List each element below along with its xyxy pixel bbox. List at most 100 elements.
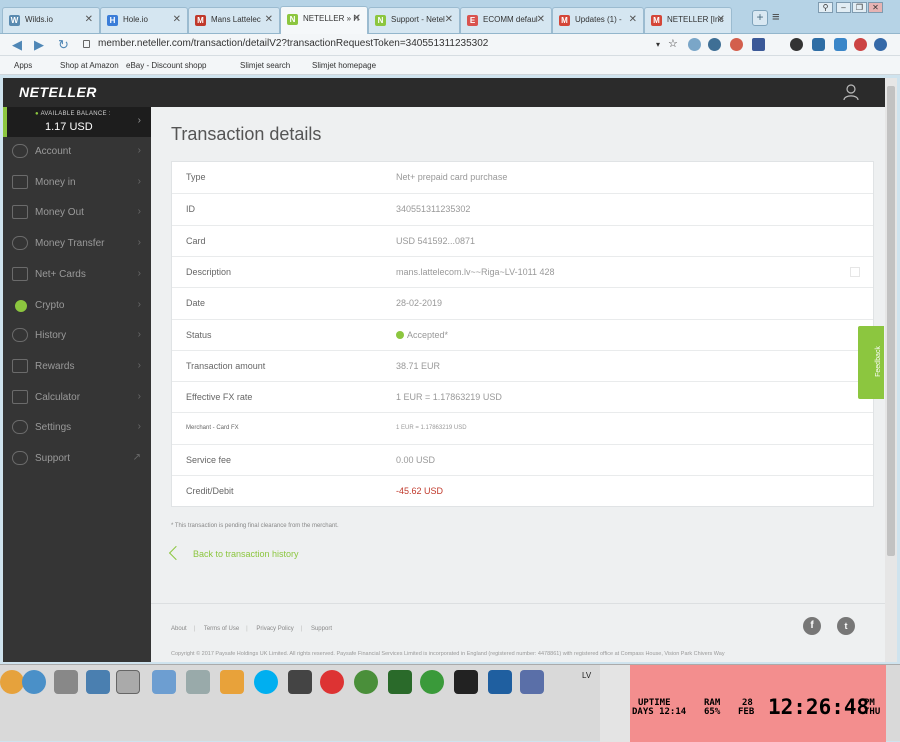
url-text[interactable]: member.neteller.com/transaction/detailV2… [98,38,488,49]
row-label: Date [186,298,206,309]
virtualbox-icon[interactable] [488,670,512,694]
forward-arrow-icon[interactable]: ▶ [34,37,44,53]
minimize-button[interactable]: – [836,2,851,13]
tab-close-icon[interactable]: ✕ [629,8,637,32]
browser-tab[interactable]: M Mans Lattelec ✕ [188,7,280,33]
available-balance[interactable]: ● AVAILABLE BALANCE : 1.17 USD › [3,107,151,137]
sidebar-item-money-in[interactable]: Money in › [3,168,151,198]
window-icon[interactable] [152,670,176,694]
tab-label: Support - Netel [391,15,445,24]
bookmark-item[interactable]: Shop at Amazon [60,61,119,70]
row-value: mans.lattelecom.lv~~Riga~LV-1011 428 [396,266,555,277]
browser-tab[interactable]: N NETELLER » H ✕ [280,6,368,34]
sidebar-item-net-cards[interactable]: Net+ Cards › [3,260,151,290]
home-icon[interactable] [688,38,701,51]
sidebar-item-support[interactable]: Support ↗ [3,444,151,474]
back-arrow-icon[interactable]: ◀ [12,37,22,53]
phone-icon[interactable] [288,670,312,694]
chip-icon[interactable] [116,670,140,694]
scrollbar-thumb[interactable] [887,86,895,556]
chrome-alt-icon[interactable] [354,670,378,694]
app-icon[interactable] [520,670,544,694]
shield-icon[interactable] [812,38,825,51]
trash-icon[interactable] [86,670,110,694]
chrome-icon[interactable] [0,670,24,694]
extension-icon[interactable] [730,38,743,51]
hamburger-menu-icon[interactable]: ≡ [772,9,780,24]
sidebar-item-rewards[interactable]: Rewards › [3,352,151,382]
close-window-button[interactable]: ✕ [868,2,883,13]
browser-tab[interactable]: M NETELLER [Inc ✕ [644,7,732,33]
disk-icon[interactable] [186,670,210,694]
drive-icon[interactable] [54,670,78,694]
page-scrollbar[interactable] [885,78,897,662]
description-checkbox[interactable] [850,266,860,277]
extension-icon[interactable] [834,38,847,51]
profile-icon[interactable] [843,84,859,101]
skype-icon[interactable] [254,670,278,694]
new-tab-button[interactable]: + [752,10,768,26]
shirt-icon[interactable]: ⚲ [818,2,833,13]
footer-link-terms[interactable]: Terms of Use [204,626,239,632]
back-to-history-link[interactable]: Back to transaction history [168,545,299,561]
tab-favicon-icon: W [9,15,20,26]
refresh-app-icon[interactable] [420,670,444,694]
sidebar-item-label: Crypto [35,299,65,311]
twitter-icon[interactable]: t [837,617,855,635]
tab-close-icon[interactable]: ✕ [265,8,273,32]
chevron-left-icon [168,545,184,561]
adobe-icon[interactable] [320,670,344,694]
browser-tab[interactable]: N Support - Netel ✕ [368,7,460,33]
maximize-button[interactable]: ❐ [852,2,867,13]
user-icon [12,144,28,158]
dropdown-icon[interactable]: ▾ [656,40,660,49]
sidebar-item-calculator[interactable]: Calculator › [3,383,151,413]
cart-icon[interactable] [854,38,867,51]
browser-tab[interactable]: M Updates (1) - ✕ [552,7,644,33]
facebook-icon[interactable] [752,38,765,51]
tab-close-icon[interactable]: ✕ [445,8,453,32]
footer-link-support[interactable]: Support [311,626,332,632]
row-label: Effective FX rate [186,392,253,403]
sidebar-item-settings[interactable]: Settings › [3,413,151,443]
footer-link-about[interactable]: About [171,626,187,632]
feedback-tab[interactable]: Feedback [858,326,884,399]
bookmark-item[interactable]: eBay - Discount shopp [126,61,207,70]
sidebar-item-money-transfer[interactable]: Money Transfer › [3,229,151,259]
facebook-icon[interactable]: f [803,617,821,635]
tab-label: Updates (1) - [575,15,622,24]
cpuz-icon[interactable] [454,670,478,694]
extension-icon[interactable] [874,38,887,51]
bookmark-item[interactable]: Apps [14,61,32,70]
memory-icon[interactable] [388,670,412,694]
tab-close-icon[interactable]: ✕ [85,8,93,32]
sidebar-item-money-out[interactable]: Money Out › [3,198,151,228]
reload-icon[interactable]: ↻ [58,37,69,53]
footer-link-privacy[interactable]: Privacy Policy [256,626,293,632]
table-row: Credit/Debit -45.62 USD [172,475,873,506]
browser-tab[interactable]: W Wilds.io ✕ [2,7,100,33]
tab-close-icon[interactable]: ✕ [353,7,361,31]
tab-favicon-icon: N [287,14,298,25]
bookmark-item[interactable]: Slimjet homepage [312,61,376,70]
tab-close-icon[interactable]: ✕ [717,8,725,32]
extension-icon[interactable] [790,38,803,51]
tab-close-icon[interactable]: ✕ [537,8,545,32]
language-indicator[interactable]: LV [582,671,591,680]
main-content: Transaction details Type Net+ prepaid car… [151,107,885,662]
tab-close-icon[interactable]: ✕ [173,8,181,32]
sidebar-item-history[interactable]: History › [3,321,151,351]
sidebar-item-account[interactable]: Account › [3,137,151,167]
browser-tab[interactable]: H Hole.io ✕ [100,7,188,33]
neteller-logo[interactable]: NETELLER [19,84,97,100]
browser-tab[interactable]: E ECOMM defaul ✕ [460,7,552,33]
sidebar-item-crypto[interactable]: Crypto › [3,291,151,321]
extension-icon[interactable] [708,38,721,51]
lock-icon [83,40,90,48]
butterfly-icon[interactable] [220,670,244,694]
star-icon[interactable]: ☆ [668,37,678,50]
sidebar-item-label: Net+ Cards [35,268,86,280]
qbittorrent-icon[interactable] [22,670,46,694]
sidebar-item-label: Calculator [35,391,81,403]
bookmark-item[interactable]: Slimjet search [240,61,290,70]
